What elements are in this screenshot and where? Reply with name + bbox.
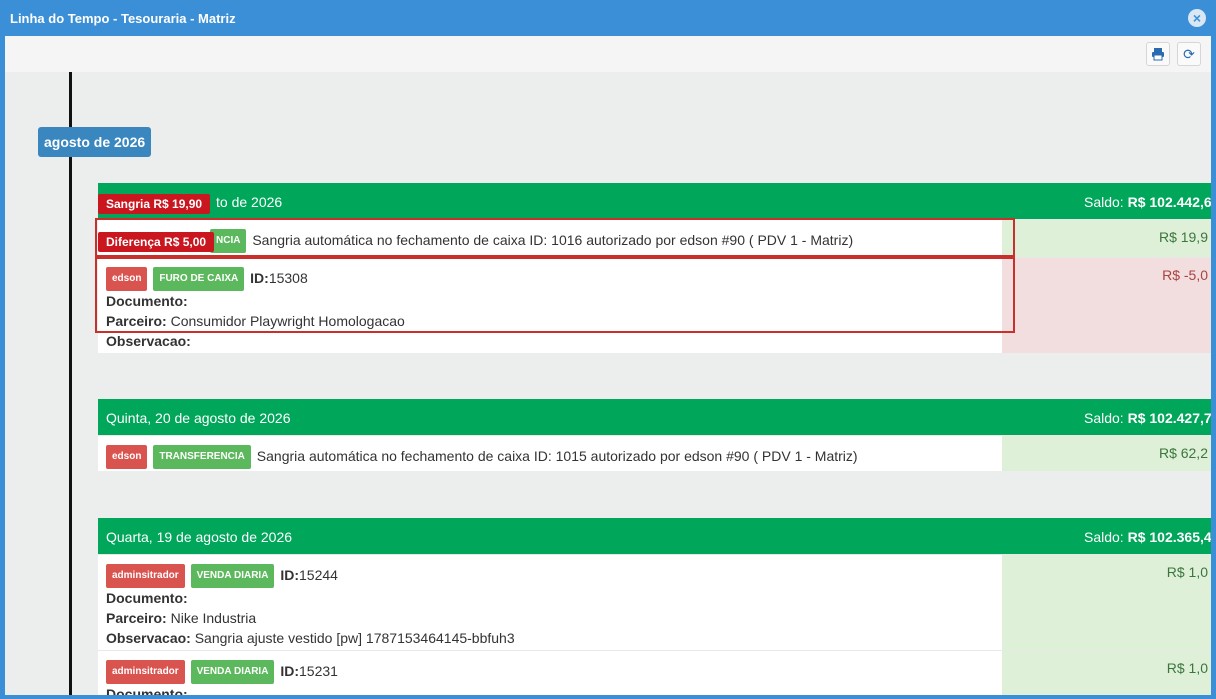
row-amount: R$ -5,0	[1002, 258, 1211, 353]
row-description: adminsitrador VENDA DIARIA ID:15231 Docu…	[106, 660, 996, 695]
day-card: Quinta, 20 de agosto de 2026 Saldo: R$ 1…	[98, 399, 1211, 471]
day-saldo: Saldo: R$ 102.365,4	[1084, 529, 1211, 545]
toolbar: ⟳	[5, 36, 1211, 72]
row-amount: R$ 19,9	[1002, 220, 1211, 257]
table-row[interactable]: edson TRANSFERENCIA Sangria automática n…	[98, 435, 1211, 471]
user-badge: adminsitrador	[106, 660, 185, 684]
day-header: Quinta, 20 de agosto de 2026 Saldo: R$ 1…	[98, 399, 1211, 435]
day-date: Quinta, 20 de agosto de 2026	[106, 410, 291, 426]
type-badge: VENDA DIARIA	[190, 660, 275, 684]
day-saldo: Saldo: R$ 102.427,7	[1084, 410, 1211, 426]
timeline-content: ⟳ agosto de 2026 to de 2026 Saldo: R$ 10…	[5, 36, 1211, 695]
row-amount: R$ 1,0	[1002, 651, 1211, 695]
timeline-line	[69, 72, 72, 695]
table-row[interactable]: adminsitrador VENDA DIARIA ID:15244 Docu…	[98, 554, 1211, 650]
day-date: Quarta, 19 de agosto de 2026	[106, 529, 293, 545]
day-card: Quarta, 19 de agosto de 2026 Saldo: R$ 1…	[98, 518, 1211, 695]
annotation-box-sangria	[95, 218, 1015, 257]
timeline-window: Linha do Tempo - Tesouraria - Matriz × ⟳…	[0, 0, 1216, 699]
row-description: edson TRANSFERENCIA Sangria automática n…	[106, 445, 996, 469]
annotation-tag-sangria: Sangria R$ 19,90	[98, 194, 211, 214]
user-badge: edson	[106, 445, 148, 469]
day-saldo: Saldo: R$ 102.442,6	[1084, 194, 1211, 210]
annotation-box-diferenca	[95, 257, 1015, 333]
day-header: Quarta, 19 de agosto de 2026 Saldo: R$ 1…	[98, 518, 1211, 554]
window-title: Linha do Tempo - Tesouraria - Matriz	[10, 11, 236, 26]
type-badge: VENDA DIARIA	[190, 564, 275, 588]
annotation-tag-diferenca: Diferença R$ 5,00	[98, 232, 215, 252]
row-amount: R$ 62,2	[1002, 436, 1211, 471]
print-icon[interactable]	[1146, 42, 1170, 66]
close-icon[interactable]: ×	[1188, 9, 1206, 27]
table-row[interactable]: adminsitrador VENDA DIARIA ID:15231 Docu…	[98, 650, 1211, 695]
user-badge: adminsitrador	[106, 564, 185, 588]
type-badge: TRANSFERENCIA	[153, 445, 251, 469]
day-date: to de 2026	[216, 194, 283, 210]
row-description: adminsitrador VENDA DIARIA ID:15244 Docu…	[106, 564, 996, 648]
refresh-icon[interactable]: ⟳	[1177, 42, 1201, 66]
day-header: to de 2026 Saldo: R$ 102.442,6	[98, 183, 1211, 219]
title-bar: Linha do Tempo - Tesouraria - Matriz ×	[0, 0, 1216, 36]
month-label: agosto de 2026	[38, 127, 152, 157]
row-amount: R$ 1,0	[1002, 555, 1211, 650]
